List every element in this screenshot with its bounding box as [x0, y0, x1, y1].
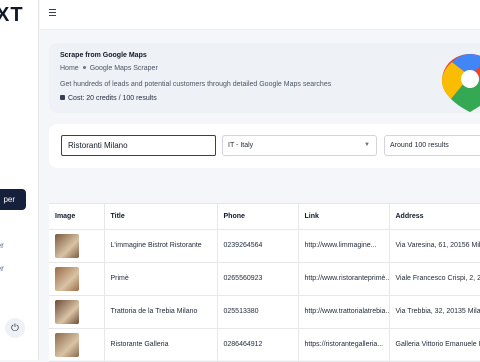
column-header-address[interactable]: Address	[389, 204, 480, 230]
cost-text: Cost: 20 credits / 100 results	[68, 95, 157, 102]
chevron-down-icon: ▼	[364, 142, 370, 148]
image-cell	[49, 262, 105, 296]
search-query-input[interactable]	[61, 135, 216, 156]
sidebar-item-label: per	[3, 195, 15, 204]
sidebar: XT per inder inder ⏻	[0, 0, 39, 360]
breadcrumb-separator-icon	[82, 66, 86, 69]
restaurant-thumbnail[interactable]	[55, 332, 79, 357]
image-cell	[49, 229, 105, 263]
results-count-select[interactable]: Around 100 results	[384, 135, 480, 156]
credits-icon	[60, 95, 65, 100]
column-header-title[interactable]: Title	[104, 204, 218, 230]
column-header-image[interactable]: Image	[49, 204, 105, 230]
header-card: Scrape from Google Maps Home Google Maps …	[49, 43, 480, 113]
results-table: Image Title Phone Link Address L'immagin…	[49, 204, 480, 362]
image-cell	[49, 328, 105, 362]
power-icon[interactable]: ⏻	[5, 318, 25, 338]
sidebar-item-scraper-active[interactable]: per	[0, 189, 26, 210]
top-bar	[40, 0, 480, 30]
column-header-link[interactable]: Link	[298, 204, 390, 230]
link-cell[interactable]: http://www.limmagine...	[298, 229, 390, 263]
phone-cell: 0239264564	[217, 229, 299, 263]
country-select[interactable]: IT - Italy ▼	[222, 135, 377, 156]
phone-cell: 0265560923	[217, 262, 299, 296]
page-description: Get hundreds of leads and potential cust…	[60, 81, 332, 88]
table-row[interactable]: Ristorante Galleria 0286464912 https://r…	[49, 328, 480, 362]
sidebar-item-finder-1[interactable]: inder	[0, 241, 4, 250]
table-header-row: Image Title Phone Link Address	[49, 204, 480, 230]
title-cell: Trattoria de la Trebia Milano	[104, 295, 218, 329]
breadcrumb-home[interactable]: Home	[60, 65, 79, 72]
address-cell: Viale Francesco Crispi, 2, 20121	[389, 262, 480, 296]
link-cell[interactable]: https://ristorantegalleria...	[298, 328, 390, 362]
image-cell	[49, 295, 105, 329]
restaurant-thumbnail[interactable]	[55, 299, 79, 324]
title-cell: Ristorante Galleria	[104, 328, 218, 362]
title-cell: L'immagine Bistrot Ristorante	[104, 229, 218, 263]
country-select-value: IT - Italy	[228, 142, 254, 149]
table-row[interactable]: L'immagine Bistrot Ristorante 0239264564…	[49, 229, 480, 263]
app-logo: XT	[0, 4, 24, 26]
google-maps-logo-icon	[442, 54, 480, 112]
restaurant-thumbnail[interactable]	[55, 233, 79, 258]
restaurant-thumbnail[interactable]	[55, 266, 79, 291]
hamburger-menu-icon[interactable]	[49, 9, 58, 17]
breadcrumb-current: Google Maps Scraper	[89, 65, 158, 72]
link-cell[interactable]: http://www.trattorialatrebia...	[298, 295, 390, 329]
table-row[interactable]: Trattoria de la Trebia Milano 025513380 …	[49, 295, 480, 329]
address-cell: Galleria Vittorio Emanuele II,	[389, 328, 480, 362]
page-title: Scrape from Google Maps	[60, 52, 147, 59]
cost-info: Cost: 20 credits / 100 results	[60, 95, 157, 102]
phone-cell: 0286464912	[217, 328, 299, 362]
phone-cell: 025513380	[217, 295, 299, 329]
column-header-phone[interactable]: Phone	[217, 204, 299, 230]
address-cell: Via Trebbia, 32, 20135 Milano	[389, 295, 480, 329]
breadcrumb: Home Google Maps Scraper	[60, 65, 158, 72]
address-cell: Via Varesina, 61, 20156 Milano	[389, 229, 480, 263]
table-row[interactable]: Primè 0265560923 http://www.ristorantepr…	[49, 262, 480, 296]
sidebar-item-finder-2[interactable]: inder	[0, 264, 4, 273]
link-cell[interactable]: http://www.ristoranteprimè...	[298, 262, 390, 296]
title-cell: Primè	[104, 262, 218, 296]
results-select-value: Around 100 results	[390, 142, 449, 149]
results-table-card: Image Title Phone Link Address L'immagin…	[49, 203, 480, 362]
